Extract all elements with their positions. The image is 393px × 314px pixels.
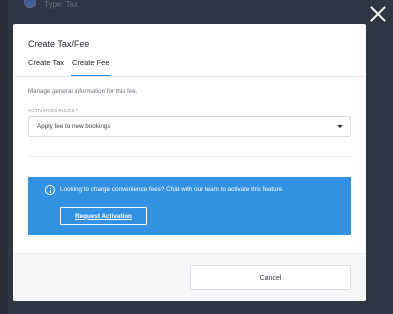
cancel-button-label: Cancel (259, 274, 282, 282)
info-banner: Looking to charge convenience fees? Chat… (28, 177, 351, 235)
chevron-down-icon (337, 125, 343, 128)
tab-bar: Create Tax Create Fee (13, 58, 366, 76)
intro-text: Manage general information for this fee. (28, 88, 138, 95)
required-mark: * (76, 108, 79, 113)
activation-rules-select[interactable]: Apply fee to new bookings (28, 116, 351, 137)
tab-create-tax[interactable]: Create Tax (28, 58, 64, 76)
activation-rules-label-text: ACTIVATION RULES (28, 108, 75, 113)
close-icon[interactable] (366, 2, 390, 26)
cancel-button[interactable]: Cancel (190, 265, 351, 290)
activation-rules-label: ACTIVATION RULES * (28, 108, 78, 114)
avatar (24, 0, 36, 8)
info-icon (45, 185, 55, 195)
modal-header: Create Tax/Fee Create Tax Create Fee (13, 24, 366, 77)
tab-create-fee-label: Create Fee (72, 58, 110, 67)
create-tax-fee-modal: Create Tax/Fee Create Tax Create Fee Man… (13, 24, 366, 301)
background-edge (0, 0, 8, 314)
tab-create-fee[interactable]: Create Fee (71, 58, 111, 76)
modal-title: Create Tax/Fee (28, 39, 90, 49)
modal-body: Manage general information for this fee.… (13, 77, 366, 253)
request-activation-label: Request Activation (75, 212, 132, 220)
background-row-text: Type: Tax (44, 0, 79, 9)
tab-create-tax-label: Create Tax (28, 58, 65, 67)
body-divider (28, 156, 351, 157)
activation-rules-value: Apply fee to new bookings (37, 122, 111, 130)
info-banner-text: Looking to charge convenience fees? Chat… (60, 186, 285, 193)
modal-footer: Cancel (13, 253, 366, 301)
request-activation-button[interactable]: Request Activation (60, 207, 147, 225)
